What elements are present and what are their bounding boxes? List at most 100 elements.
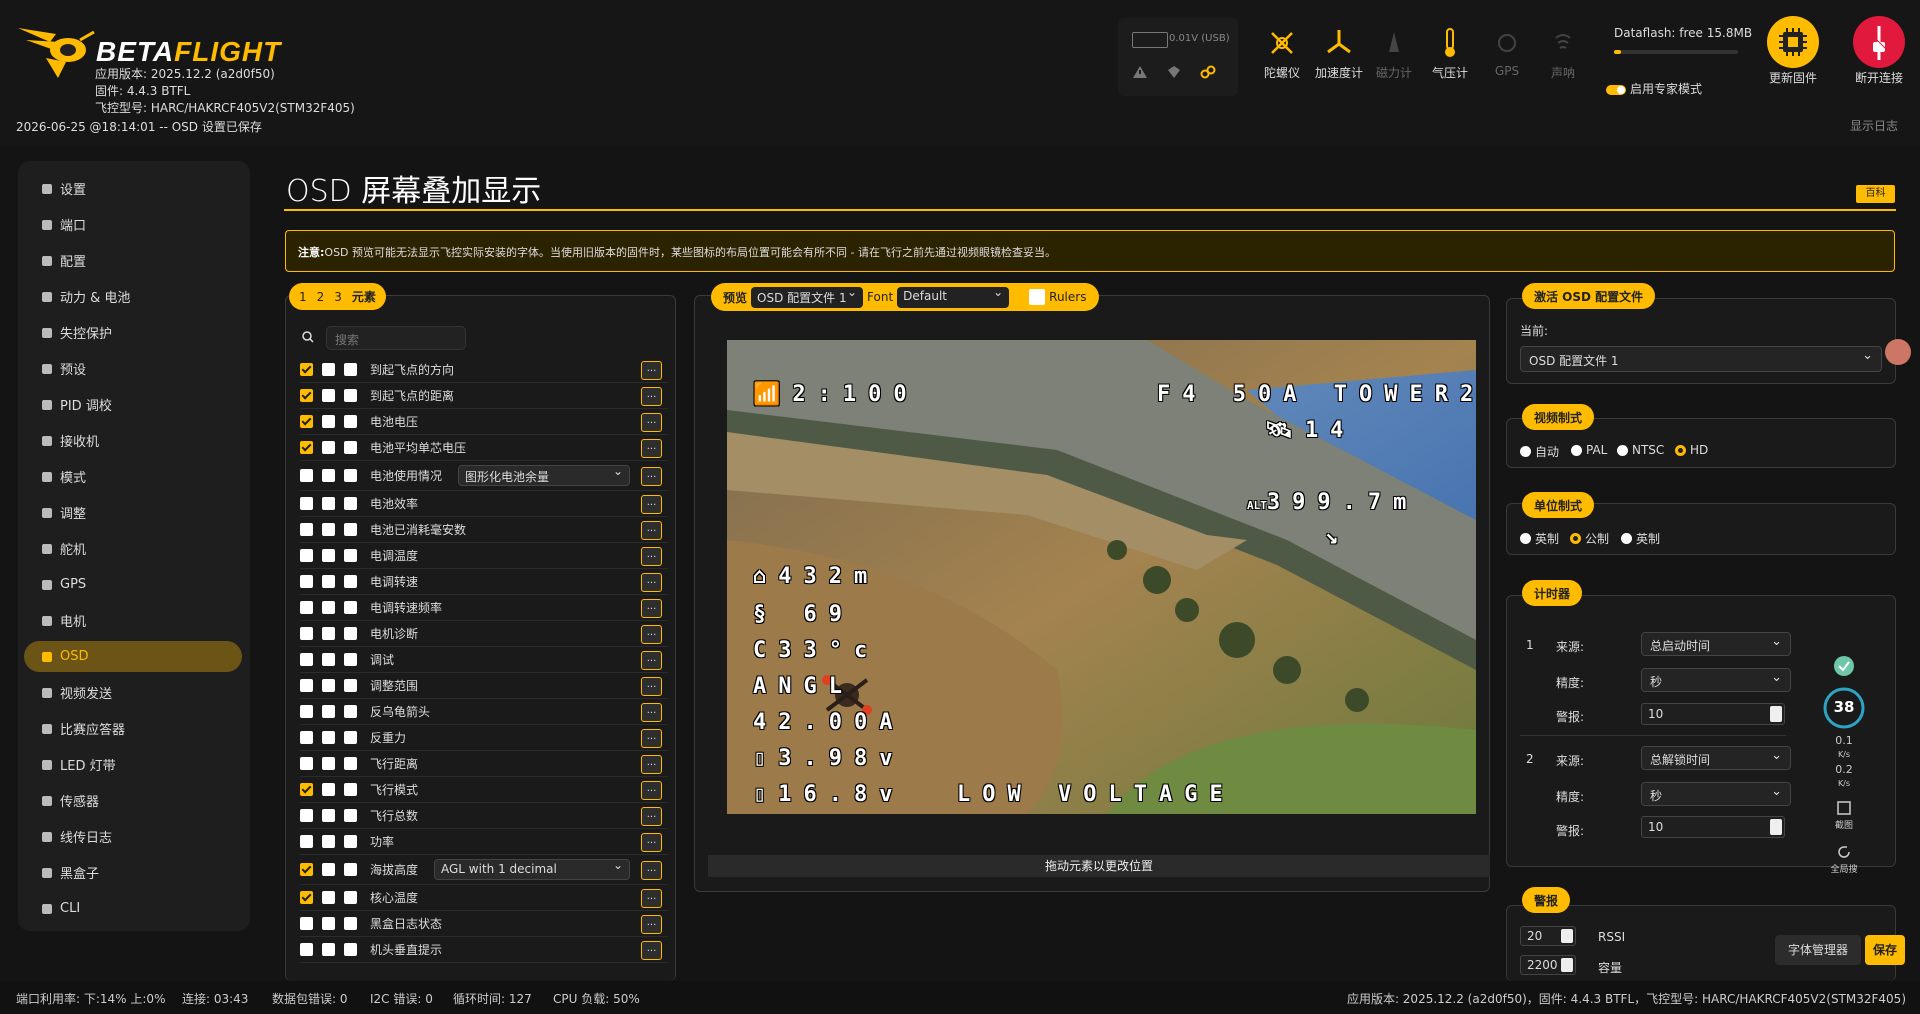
radio-unit_options-0[interactable]: 英制 [1520, 530, 1559, 547]
profile-3-checkbox[interactable] [344, 627, 357, 640]
element-options-button[interactable]: ... [641, 598, 662, 618]
timer2-alarm-input[interactable]: 10 [1641, 816, 1785, 838]
profile-3-checkbox[interactable] [344, 917, 357, 930]
profile-3-checkbox[interactable] [344, 497, 357, 510]
profile-1-checkbox[interactable] [300, 575, 313, 588]
profile-2-checkbox[interactable] [322, 363, 335, 376]
sidebar-item-4[interactable]: 失控保护 [24, 317, 242, 348]
show-log-link[interactable]: 显示日志 [1850, 117, 1898, 134]
save-button[interactable]: 保存 [1865, 935, 1905, 965]
profile-2-checkbox[interactable] [322, 731, 335, 744]
profile-2-checkbox[interactable] [322, 757, 335, 770]
profile-2-checkbox[interactable] [322, 549, 335, 562]
screenshot-icon[interactable] [1836, 800, 1852, 816]
radio-video_options-1[interactable]: PAL [1571, 443, 1607, 457]
profile-3-checkbox[interactable] [344, 415, 357, 428]
sidebar-item-19[interactable]: 黑盒子 [24, 857, 242, 888]
profile-3-checkbox[interactable] [344, 809, 357, 822]
profile-2-checkbox[interactable] [322, 863, 335, 876]
profile-2-checkbox[interactable] [322, 891, 335, 904]
profile-3-checkbox[interactable] [344, 891, 357, 904]
profile-2-checkbox[interactable] [322, 679, 335, 692]
element-options-button[interactable]: ... [641, 412, 662, 432]
profile-1-checkbox[interactable] [300, 943, 313, 956]
profile-2-checkbox[interactable] [322, 415, 335, 428]
profile-3-checkbox[interactable] [344, 757, 357, 770]
profile-1-checkbox[interactable] [300, 469, 313, 482]
profile-3-checkbox[interactable] [344, 469, 357, 482]
element-options-button[interactable]: ... [641, 728, 662, 748]
profile-1-checkbox[interactable] [300, 497, 313, 510]
profile-1-checkbox[interactable] [300, 653, 313, 666]
profile-3-checkbox[interactable] [344, 653, 357, 666]
profile-1-checkbox[interactable] [300, 363, 313, 376]
spinner-icon[interactable] [1770, 706, 1782, 722]
spinner-icon[interactable] [1561, 929, 1573, 943]
profile-3-checkbox[interactable] [344, 575, 357, 588]
element-options-button[interactable]: ... [641, 520, 662, 540]
sidebar-item-16[interactable]: LED 灯带 [24, 749, 242, 780]
element-options-button[interactable]: ... [641, 466, 662, 486]
profile-3-checkbox[interactable] [344, 863, 357, 876]
element-options-button[interactable]: ... [641, 860, 662, 880]
profile-3-checkbox[interactable] [344, 731, 357, 744]
profile-3-checkbox[interactable] [344, 363, 357, 376]
element-tab-1[interactable]: 1 [299, 290, 307, 304]
profile-1-checkbox[interactable] [300, 917, 313, 930]
osd-preview[interactable]: 📶2:100 F4 50A TOWER2 🛰14 ALT399.7m ↘ ⌂43… [727, 340, 1476, 814]
radio-icon[interactable] [1571, 444, 1582, 456]
element-options-button[interactable]: ... [641, 914, 662, 934]
refresh-icon[interactable] [1836, 844, 1852, 860]
sidebar-item-1[interactable]: 端口 [24, 209, 242, 240]
profile-1-checkbox[interactable] [300, 705, 313, 718]
sidebar-item-3[interactable]: 动力 & 电池 [24, 281, 242, 312]
profile-1-checkbox[interactable] [300, 835, 313, 848]
profile-2-checkbox[interactable] [322, 627, 335, 640]
profile-3-checkbox[interactable] [344, 783, 357, 796]
element-options-button[interactable]: ... [641, 702, 662, 722]
radio-icon[interactable] [1621, 533, 1632, 544]
sidebar-item-14[interactable]: 视频发送 [24, 677, 242, 708]
sidebar-item-0[interactable]: 设置 [24, 173, 242, 204]
spinner-icon[interactable] [1561, 958, 1573, 972]
sidebar-item-11[interactable]: GPS [24, 569, 242, 600]
active-profile-select[interactable]: OSD 配置文件 1 [1520, 346, 1882, 372]
sidebar-item-15[interactable]: 比赛应答器 [24, 713, 242, 744]
profile-2-checkbox[interactable] [322, 705, 335, 718]
disconnect-button[interactable] [1853, 16, 1905, 68]
profile-1-checkbox[interactable] [300, 863, 313, 876]
radio-video_options-2[interactable]: NTSC [1617, 443, 1664, 457]
element-options-button[interactable]: ... [641, 650, 662, 670]
radio-icon[interactable] [1570, 533, 1581, 544]
timer1-alarm-input[interactable]: 10 [1641, 703, 1785, 725]
alarm-capacity-input[interactable]: 2200 [1520, 955, 1576, 975]
sidebar-item-9[interactable]: 调整 [24, 497, 242, 528]
profile-2-checkbox[interactable] [322, 653, 335, 666]
element-options-button[interactable]: ... [641, 780, 662, 800]
element-options-button[interactable]: ... [641, 572, 662, 592]
profile-1-checkbox[interactable] [300, 415, 313, 428]
font-select[interactable]: Default [897, 285, 1010, 308]
sidebar-item-10[interactable]: 舵机 [24, 533, 242, 564]
profile-2-checkbox[interactable] [322, 783, 335, 796]
sidebar-item-17[interactable]: 传感器 [24, 785, 242, 816]
profile-1-checkbox[interactable] [300, 441, 313, 454]
element-tab-2[interactable]: 2 [317, 290, 325, 304]
profile-1-checkbox[interactable] [300, 783, 313, 796]
profile-2-checkbox[interactable] [322, 441, 335, 454]
profile-3-checkbox[interactable] [344, 679, 357, 692]
radio-icon[interactable] [1520, 446, 1531, 457]
radio-video_options-0[interactable]: 自动 [1520, 443, 1559, 460]
profile-1-checkbox[interactable] [300, 757, 313, 770]
translate-icon[interactable] [1885, 339, 1911, 365]
timer2-source-select[interactable]: 总解锁时间 [1641, 746, 1791, 770]
profile-3-checkbox[interactable] [344, 943, 357, 956]
rulers-checkbox[interactable] [1029, 289, 1046, 305]
element-options-button[interactable]: ... [641, 546, 662, 566]
element-options-button[interactable]: ... [641, 386, 662, 406]
element-options-button[interactable]: ... [641, 438, 662, 458]
element-options-button[interactable]: ... [641, 940, 662, 960]
profile-2-checkbox[interactable] [322, 497, 335, 510]
element-options-button[interactable]: ... [641, 832, 662, 852]
osd-profile-select[interactable]: OSD 配置文件 1 [751, 285, 864, 308]
